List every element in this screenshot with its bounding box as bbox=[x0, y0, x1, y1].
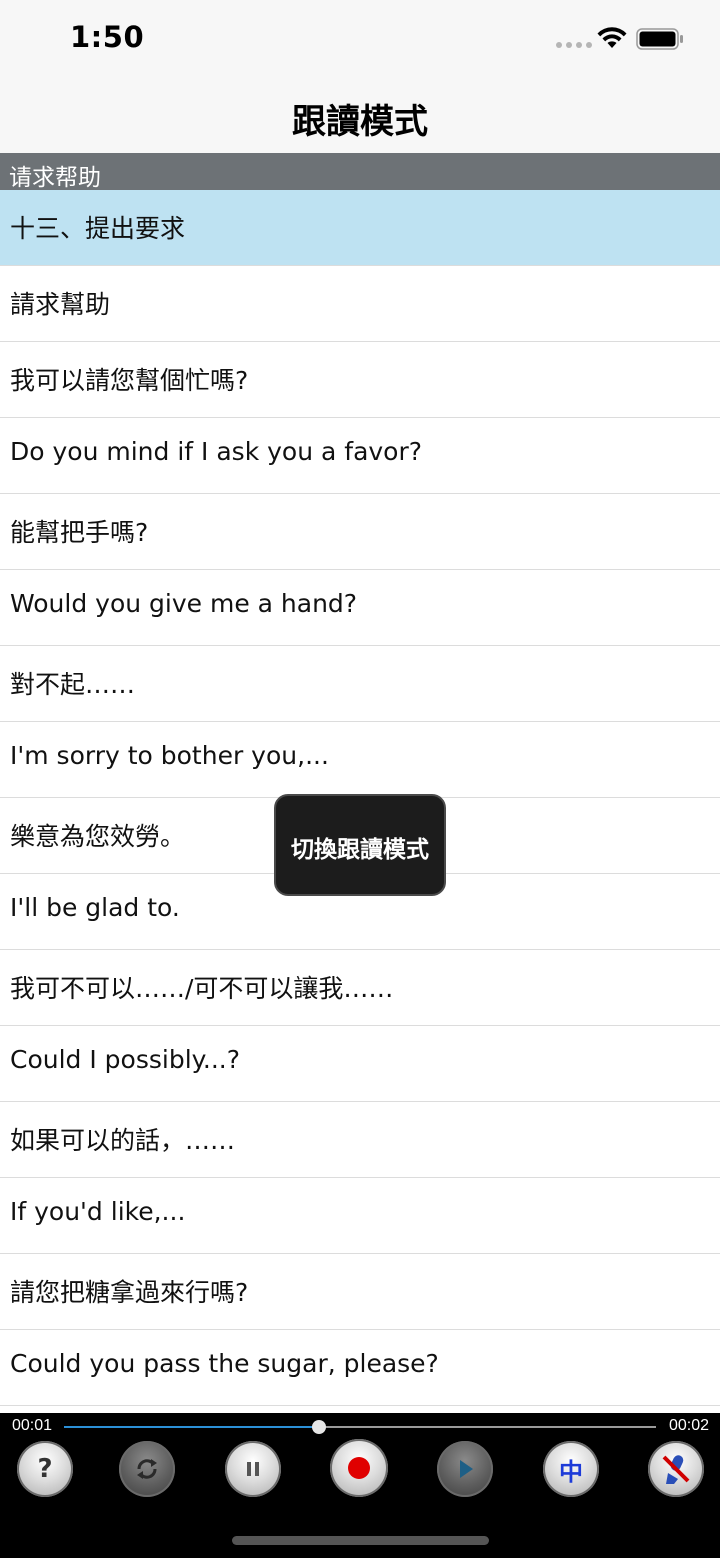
list-item[interactable]: 我可以請您幫個忙嗎? bbox=[0, 342, 720, 418]
list-item[interactable]: 對不起…… bbox=[0, 646, 720, 722]
list-item[interactable]: 能幫把手嗎? bbox=[0, 494, 720, 570]
list-item-text: 我可不可以……/可不可以讓我…… bbox=[10, 974, 394, 1003]
repeat-button[interactable] bbox=[119, 1441, 175, 1497]
microphone-off-button[interactable] bbox=[648, 1441, 704, 1497]
status-bar: 1:50 bbox=[0, 0, 720, 82]
navigation-bar: 跟讀模式 bbox=[0, 82, 720, 153]
list-item-text: 能幫把手嗎? bbox=[10, 518, 149, 547]
total-time: 00:02 bbox=[668, 1417, 709, 1434]
list-item-text: I'll be glad to. bbox=[10, 893, 180, 922]
list-item-text: Could you pass the sugar, please? bbox=[10, 1349, 439, 1378]
list-item-text: 請求幫助 bbox=[10, 290, 111, 319]
microphone-off-icon bbox=[662, 1455, 690, 1484]
list-item[interactable]: 十三、提出要求 bbox=[0, 190, 720, 266]
wifi-icon bbox=[597, 27, 627, 48]
list-item[interactable]: Could you pass the sugar, please? bbox=[0, 1330, 720, 1406]
progress-slider[interactable] bbox=[64, 1420, 656, 1434]
list-item[interactable]: Could I possibly...? bbox=[0, 1026, 720, 1102]
list-item[interactable]: 我可不可以……/可不可以讓我…… bbox=[0, 950, 720, 1026]
cellular-signal-icon bbox=[556, 42, 592, 48]
repeat-icon bbox=[137, 1459, 157, 1479]
home-indicator[interactable] bbox=[232, 1536, 489, 1545]
list-item-text: 我可以請您幫個忙嗎? bbox=[10, 366, 249, 395]
current-time: 00:01 bbox=[12, 1417, 53, 1434]
battery-icon bbox=[636, 28, 683, 50]
list-item-text: Would you give me a hand? bbox=[10, 589, 358, 618]
list-item-text: 十三、提出要求 bbox=[10, 214, 186, 243]
progress-fill bbox=[64, 1426, 319, 1428]
record-button[interactable] bbox=[330, 1439, 388, 1497]
list-item-text: Could I possibly...? bbox=[10, 1045, 240, 1074]
list-item[interactable]: If you'd like,... bbox=[0, 1178, 720, 1254]
pause-icon bbox=[247, 1462, 259, 1476]
play-recording-button[interactable] bbox=[437, 1441, 493, 1497]
list-item-text: Do you mind if I ask you a favor? bbox=[10, 437, 423, 466]
play-icon bbox=[460, 1460, 473, 1478]
pause-button[interactable] bbox=[225, 1441, 281, 1497]
list-item[interactable]: 請您把糖拿過來行嗎? bbox=[0, 1254, 720, 1330]
mode-switch-toast: 切換跟讀模式 bbox=[274, 794, 446, 896]
list-item-text: 樂意為您效勞。 bbox=[10, 822, 186, 851]
page-title: 跟讀模式 bbox=[292, 102, 428, 142]
list-item-text: 請您把糖拿過來行嗎? bbox=[10, 1278, 249, 1307]
list-item-text: If you'd like,... bbox=[10, 1197, 186, 1226]
list-item-text: I'm sorry to bother you,... bbox=[10, 741, 329, 770]
help-button[interactable]: ? bbox=[17, 1441, 73, 1497]
question-mark-icon: ? bbox=[37, 1454, 53, 1484]
language-toggle-button[interactable]: 中 bbox=[543, 1441, 599, 1497]
section-header-label: 请求帮助 bbox=[9, 165, 101, 191]
list-item-text: 對不起…… bbox=[10, 670, 136, 699]
list-item[interactable]: 請求幫助 bbox=[0, 266, 720, 342]
toast-text: 切換跟讀模式 bbox=[291, 837, 429, 863]
list-item[interactable]: I'm sorry to bother you,... bbox=[0, 722, 720, 798]
list-item-text: 如果可以的話，…… bbox=[10, 1126, 236, 1155]
language-chinese-icon: 中 bbox=[559, 1457, 583, 1486]
list-item[interactable]: Would you give me a hand? bbox=[0, 570, 720, 646]
list-item[interactable]: Do you mind if I ask you a favor? bbox=[0, 418, 720, 494]
list-item[interactable]: 如果可以的話，…… bbox=[0, 1102, 720, 1178]
record-icon bbox=[348, 1457, 370, 1479]
section-header: 请求帮助 bbox=[0, 153, 720, 191]
progress-thumb[interactable] bbox=[311, 1420, 326, 1434]
status-time: 1:50 bbox=[70, 20, 145, 54]
